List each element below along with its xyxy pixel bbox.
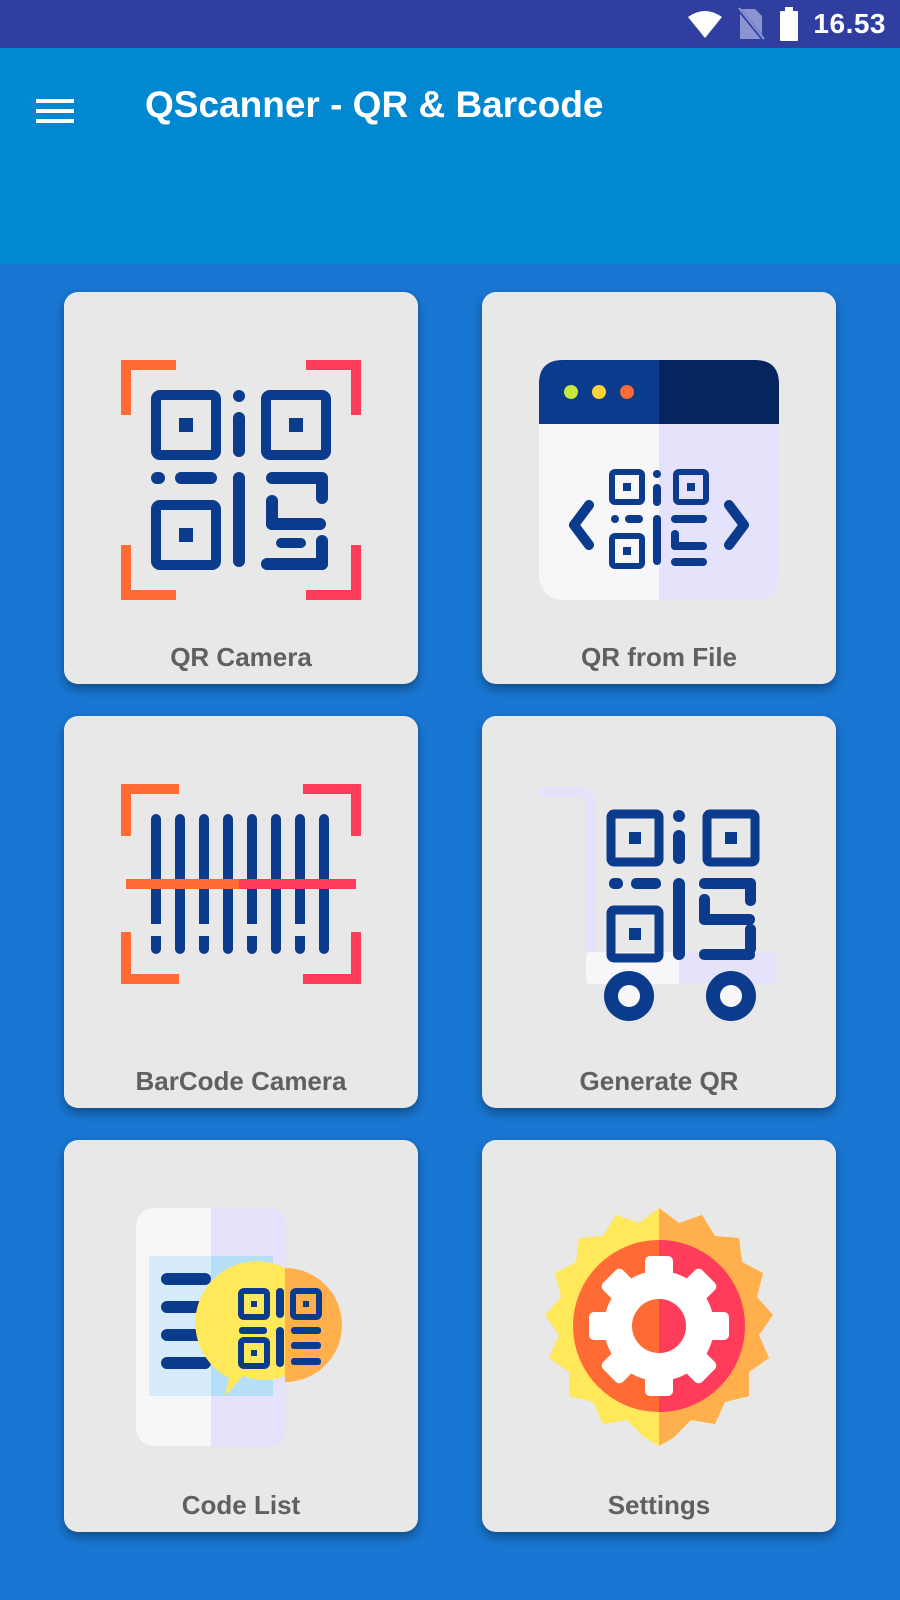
settings-label: Settings xyxy=(607,1490,711,1520)
code-list-label: Code List xyxy=(181,1490,301,1520)
generate-qr-card[interactable]: Generate QR xyxy=(482,716,836,1108)
qr-from-file-card[interactable]: QR from File xyxy=(482,292,836,684)
no-sim-icon xyxy=(737,7,766,41)
qr-camera-card[interactable]: QR Camera xyxy=(64,292,418,684)
clock: 16.53 xyxy=(813,8,886,39)
qr-file-browser-icon xyxy=(539,360,779,600)
app-title: QScanner - QR & Barcode xyxy=(145,84,604,125)
settings-card[interactable]: Settings xyxy=(482,1140,836,1532)
qr-from-file-label: QR from File xyxy=(580,642,737,672)
barcode-camera-label: BarCode Camera xyxy=(135,1066,347,1096)
barcode-camera-card[interactable]: BarCode Camera xyxy=(64,716,418,1108)
gear-icon xyxy=(545,1208,773,1446)
app-bar: QScanner - QR & Barcode xyxy=(0,48,900,264)
status-bar: 16.53 xyxy=(0,0,900,48)
menu-icon[interactable] xyxy=(30,86,80,136)
generate-qr-label: Generate QR xyxy=(579,1066,739,1096)
qr-scan-icon xyxy=(121,360,361,600)
qr-camera-label: QR Camera xyxy=(170,642,312,672)
battery-icon xyxy=(780,7,799,41)
code-list-card[interactable]: Code List xyxy=(64,1140,418,1532)
menu-grid: QR Camera QR from File BarCode Camera Ge… xyxy=(0,264,900,1600)
qr-cart-icon xyxy=(539,787,776,1021)
barcode-scan-icon xyxy=(121,784,361,984)
wifi-icon xyxy=(688,11,723,38)
code-list-icon xyxy=(136,1208,342,1446)
